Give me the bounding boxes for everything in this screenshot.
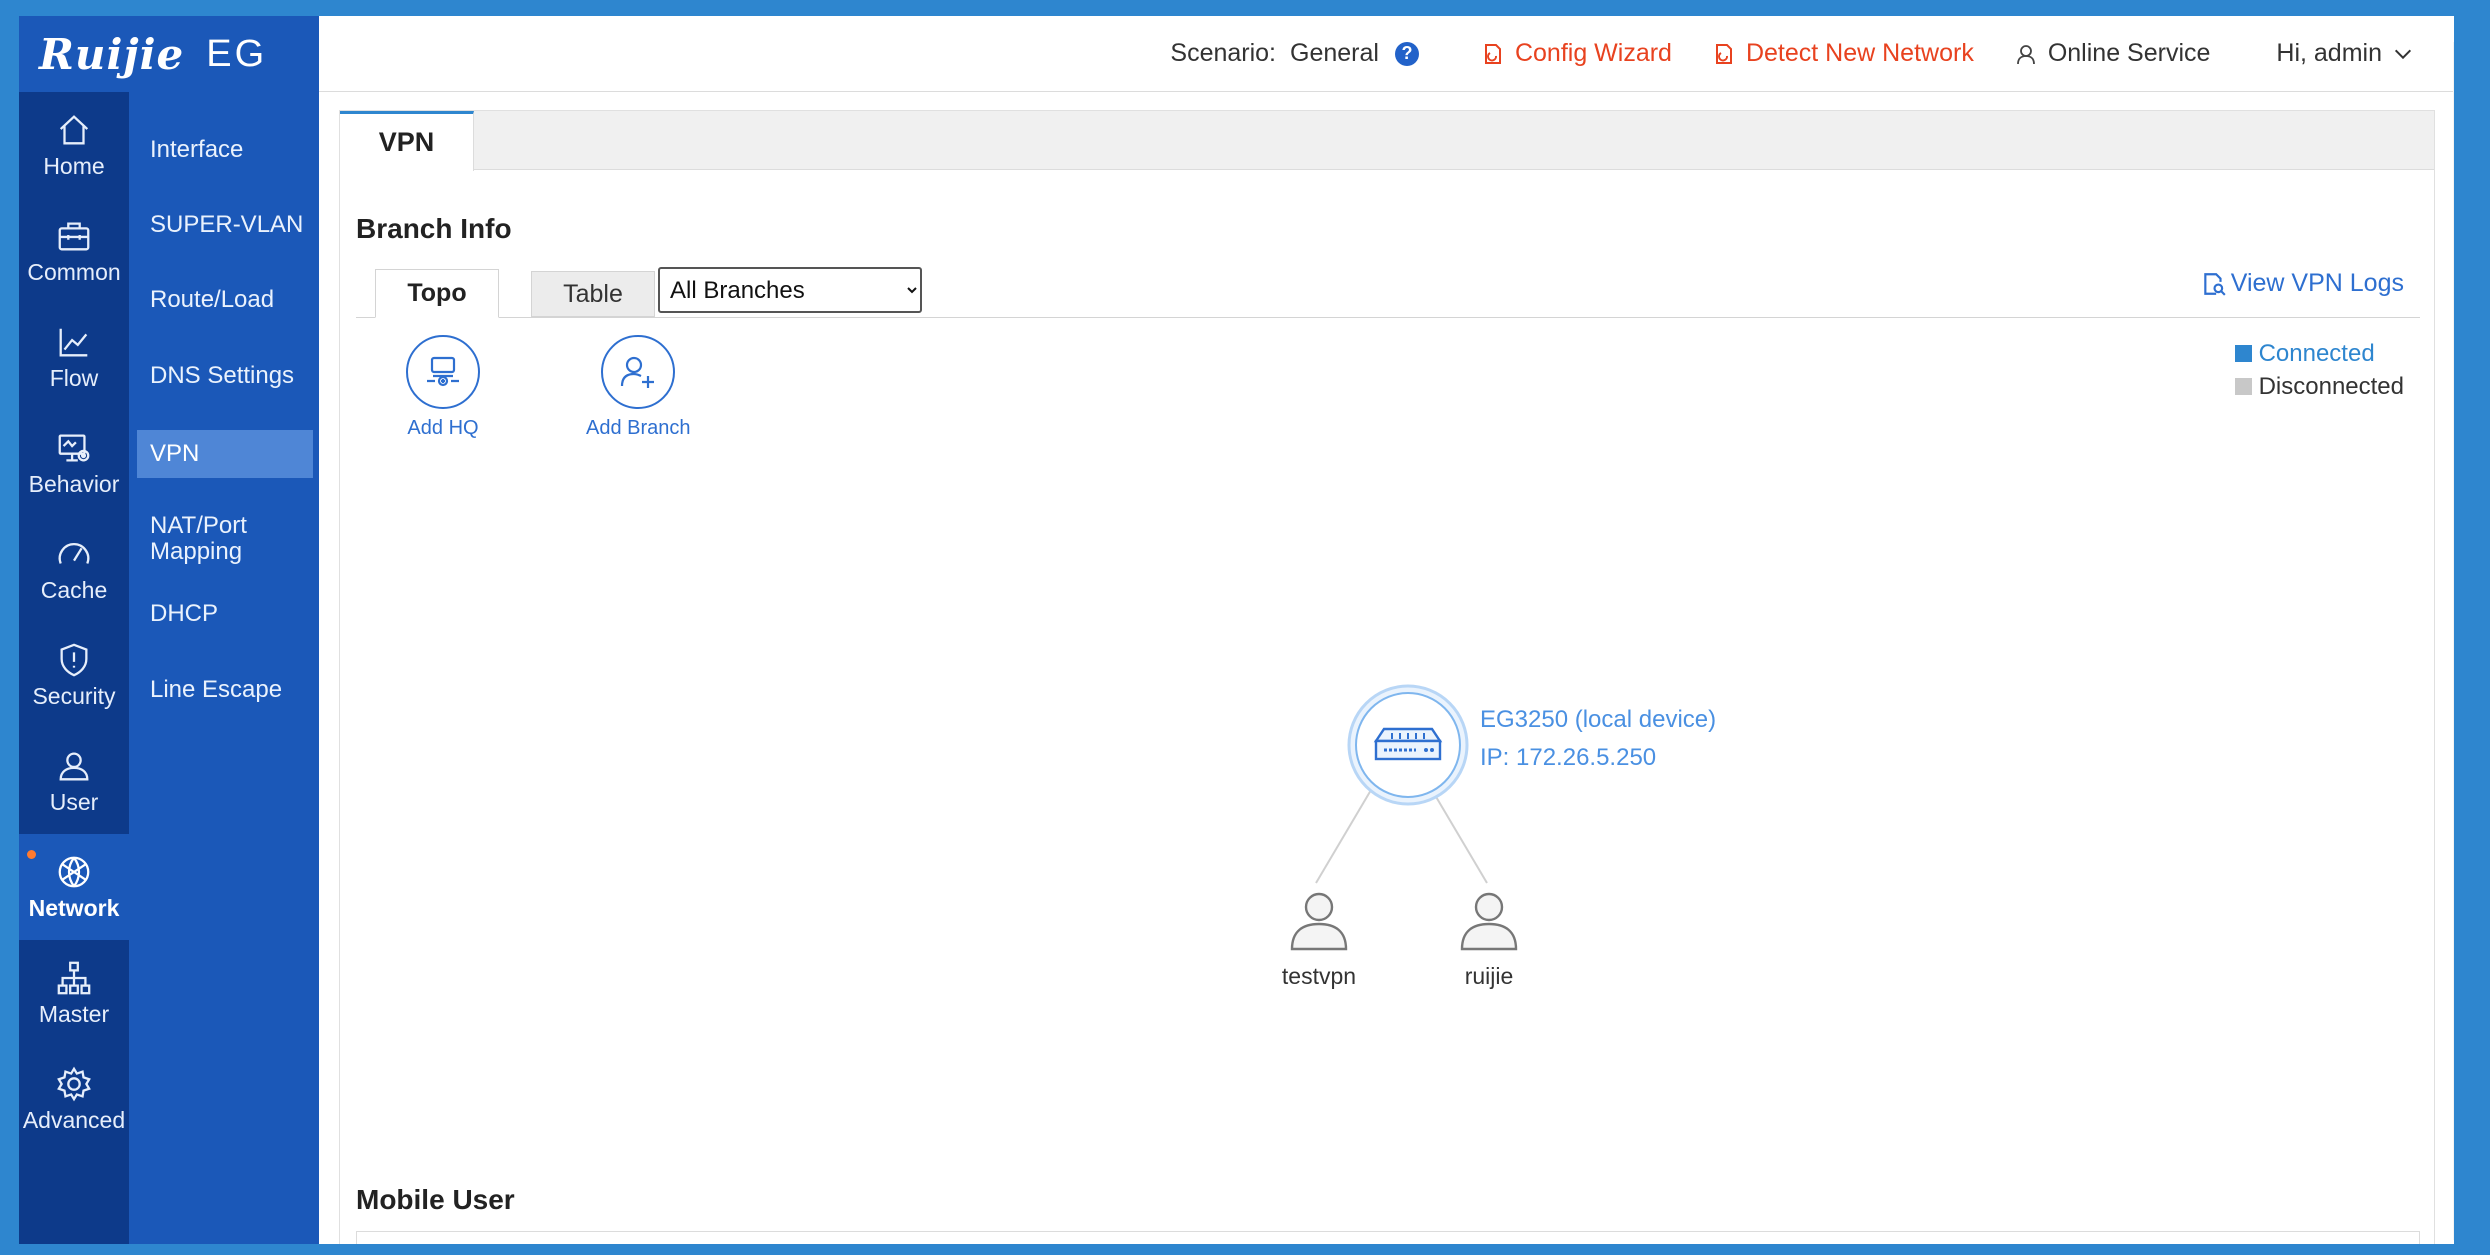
top-header: Scenario: General ? Config Wizard Detect… (319, 16, 2454, 92)
main-content: VPN Branch Info Topo Table All Branches … (339, 110, 2435, 1244)
branch-user-icon[interactable] (1456, 887, 1522, 953)
vertical-scrollbar[interactable] (2453, 42, 2454, 1240)
nav-security-label: Security (32, 682, 116, 709)
nav-user[interactable]: User (19, 728, 129, 834)
support-agent-icon (2016, 44, 2035, 64)
logo[interactable]: Ruijie EG (19, 16, 319, 92)
nav-user-label: User (49, 788, 99, 815)
detect-network-label: Detect New Network (1745, 39, 1974, 67)
gear-icon (57, 1066, 91, 1101)
notification-dot (27, 850, 36, 859)
submenu-route-load[interactable]: Route/Load (137, 278, 313, 322)
product-name: EG (206, 32, 268, 75)
chart-line-icon (59, 328, 88, 356)
user-greeting: Hi, admin (2276, 39, 2382, 67)
main-nav-rail: Home Common Flow Behavior Cache Security… (19, 16, 129, 1244)
online-service-label: Online Service (2047, 39, 2211, 67)
nav-common-label: Common (27, 258, 121, 285)
scenario-label: Scenario: (1170, 39, 1277, 67)
nav-flow-label: Flow (49, 364, 99, 391)
nav-flow[interactable]: Flow (19, 304, 129, 410)
scenario-indicator: Scenario: General ? (1170, 39, 1419, 68)
online-service-link[interactable]: Online Service (2014, 39, 2211, 68)
submenu-nat-port-mapping[interactable]: NAT/Port Mapping (137, 504, 287, 574)
device-info: EG3250 (local device) IP: 172.26.5.250 (1480, 701, 1716, 777)
branch-user-icon[interactable] (1286, 887, 1352, 953)
submenu-dns-settings[interactable]: DNS Settings (137, 354, 313, 398)
device-ip: IP: 172.26.5.250 (1480, 744, 1657, 771)
nav-network[interactable]: Network (19, 834, 129, 940)
nav-home[interactable]: Home (19, 92, 129, 198)
org-chart-icon (57, 961, 91, 994)
router-device-icon[interactable] (1346, 683, 1470, 807)
user-icon (59, 752, 89, 780)
briefcase-icon (58, 222, 90, 250)
help-icon[interactable]: ? (1394, 41, 1419, 66)
config-wizard-label: Config Wizard (1514, 39, 1672, 67)
nav-advanced-label: Advanced (22, 1106, 126, 1133)
detect-network-link[interactable]: Detect New Network (1712, 39, 1974, 68)
scenario-value: General (1290, 39, 1379, 67)
wizard-doc-icon (1484, 43, 1501, 64)
config-wizard-link[interactable]: Config Wizard (1481, 39, 1672, 68)
monitor-eye-icon (58, 434, 90, 461)
topology-links (1315, 789, 1488, 884)
nav-behavior[interactable]: Behavior (19, 410, 129, 516)
nav-cache[interactable]: Cache (19, 516, 129, 622)
detect-doc-icon (1715, 43, 1732, 64)
submenu-super-vlan[interactable]: SUPER-VLAN (137, 203, 313, 247)
submenu-dhcp[interactable]: DHCP (137, 592, 313, 636)
nav-network-label: Network (28, 894, 120, 921)
nav-master-label: Master (38, 1000, 110, 1027)
speedometer-icon (58, 542, 90, 564)
mobile-user-title: Mobile User (356, 1184, 515, 1215)
chevron-down-icon (2394, 49, 2412, 59)
app-window: Ruijie EG Home Common Flow Behavior Cach… (19, 16, 2454, 1244)
submenu-line-escape[interactable]: Line Escape (137, 668, 313, 712)
shield-icon (60, 643, 88, 676)
branch-testvpn-label: testvpn (1281, 963, 1357, 989)
nav-master[interactable]: Master (19, 940, 129, 1046)
device-name: EG3250 (local device) (1480, 706, 1717, 733)
home-icon (59, 114, 89, 144)
vpn-topology: EG3250 (local device) IP: 172.26.5.250 t… (340, 111, 2436, 1244)
submenu-vpn[interactable]: VPN (137, 430, 313, 478)
branch-ruijie-label: ruijie (1464, 963, 1514, 989)
nav-common[interactable]: Common (19, 198, 129, 304)
nav-advanced[interactable]: Advanced (19, 1046, 129, 1152)
brand-logo: Ruijie (39, 29, 185, 79)
nav-security[interactable]: Security (19, 622, 129, 728)
nav-home-label: Home (43, 152, 105, 179)
globe-icon (58, 856, 90, 887)
user-menu[interactable]: Hi, admin (2276, 39, 2414, 68)
mobile-user-panel (356, 1231, 2420, 1244)
nav-cache-label: Cache (40, 576, 108, 603)
nav-behavior-label: Behavior (28, 470, 120, 497)
network-submenu: Interface SUPER-VLAN Route/Load DNS Sett… (129, 92, 319, 1244)
submenu-interface[interactable]: Interface (137, 128, 313, 172)
